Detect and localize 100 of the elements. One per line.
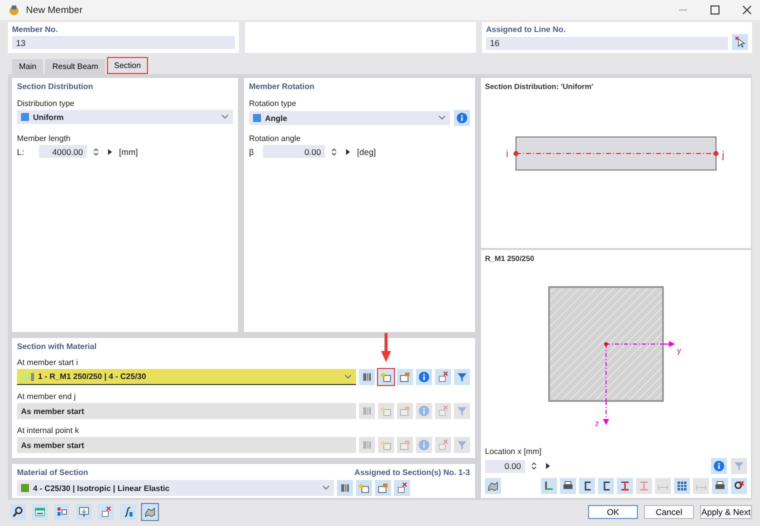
dialog-button[interactable]: Cancel bbox=[644, 505, 694, 519]
section-axes-button[interactable] bbox=[541, 478, 557, 494]
library-button[interactable] bbox=[359, 369, 375, 385]
print-icon bbox=[562, 480, 574, 492]
delete-section-icon bbox=[437, 371, 449, 383]
table-button[interactable] bbox=[32, 504, 48, 520]
print-button[interactable] bbox=[560, 478, 576, 494]
length-symbol: L: bbox=[17, 146, 26, 156]
monitor-button[interactable] bbox=[76, 504, 92, 520]
model-button[interactable] bbox=[485, 478, 501, 494]
dropdown-caret-icon bbox=[322, 485, 330, 491]
panel-title: Section Distribution bbox=[17, 82, 94, 91]
table-icon bbox=[34, 506, 46, 518]
dropdown-caret-icon bbox=[438, 115, 446, 121]
dialog-button[interactable]: OK bbox=[588, 505, 638, 519]
model-button[interactable] bbox=[142, 504, 158, 520]
maximize-icon[interactable] bbox=[710, 5, 720, 15]
axis-label: y bbox=[677, 346, 681, 355]
dialog-button[interactable]: Apply & Next bbox=[700, 505, 752, 519]
reset-view-button[interactable] bbox=[731, 478, 747, 494]
library-icon bbox=[361, 371, 373, 383]
field-label: At member start i bbox=[17, 358, 79, 367]
grid-button[interactable] bbox=[674, 478, 690, 494]
new-section-button[interactable] bbox=[356, 480, 372, 496]
search-button[interactable] bbox=[10, 504, 26, 520]
tab[interactable]: Main bbox=[12, 59, 44, 74]
rotation-type-dropdown[interactable]: Angle bbox=[249, 111, 450, 125]
delete-section-button[interactable] bbox=[435, 369, 451, 385]
new-section-icon bbox=[380, 371, 392, 383]
field-label: At member end j bbox=[17, 392, 77, 401]
delete-section-icon bbox=[100, 506, 112, 518]
section-dropdown[interactable]: 1 - R_M1 250/250 | 4 - C25/30 bbox=[17, 369, 356, 385]
field-label: At internal point k bbox=[17, 426, 80, 435]
color-swatch bbox=[253, 114, 261, 122]
list-icon bbox=[56, 506, 68, 518]
info-icon bbox=[418, 439, 430, 451]
function-button[interactable] bbox=[120, 504, 136, 520]
section-icon bbox=[21, 372, 34, 380]
assigned-line-field[interactable]: 16 bbox=[486, 36, 728, 50]
edit-section-icon bbox=[377, 482, 389, 494]
section-dropdown: As member start bbox=[17, 437, 356, 453]
location-field[interactable]: 0.00 bbox=[485, 460, 525, 472]
app-icon bbox=[8, 4, 20, 16]
info-icon bbox=[418, 371, 430, 383]
filter-button[interactable] bbox=[454, 369, 470, 385]
material-dropdown[interactable]: 4 - C25/30 | Isotropic | Linear Elastic bbox=[17, 480, 334, 496]
i-beam-icon bbox=[638, 480, 650, 492]
search-icon bbox=[12, 506, 24, 518]
i-beam-button[interactable] bbox=[617, 478, 633, 494]
list-button[interactable] bbox=[54, 504, 70, 520]
edit-section-icon bbox=[399, 371, 411, 383]
library-button[interactable] bbox=[337, 480, 353, 496]
edit-section-button[interactable] bbox=[375, 480, 391, 496]
section-axes-icon bbox=[543, 480, 555, 492]
dropdown-caret-icon bbox=[221, 114, 229, 120]
field-label: Member length bbox=[17, 134, 72, 143]
pick-icon bbox=[734, 36, 746, 48]
delete-section-button[interactable] bbox=[98, 504, 114, 520]
panel-title: Member Rotation bbox=[249, 82, 316, 91]
member-length-field[interactable]: 4000.00 bbox=[39, 145, 87, 158]
monitor-icon bbox=[78, 506, 90, 518]
annotation-arrow bbox=[381, 333, 391, 363]
spinner-icon[interactable] bbox=[329, 146, 339, 156]
close-icon[interactable] bbox=[742, 5, 752, 15]
channel-button[interactable] bbox=[579, 478, 595, 494]
spinner-icon[interactable] bbox=[91, 146, 101, 156]
tab[interactable]: Section bbox=[107, 57, 148, 74]
pick-button[interactable] bbox=[732, 34, 748, 50]
info-icon bbox=[456, 112, 468, 124]
delete-section-icon bbox=[396, 482, 408, 494]
filter-icon bbox=[456, 439, 468, 451]
edit-section-button[interactable] bbox=[397, 369, 413, 385]
info-button[interactable] bbox=[454, 110, 470, 126]
field-label: Rotation angle bbox=[249, 134, 302, 143]
field-label: Location x [mm] bbox=[485, 447, 542, 456]
member-number-field[interactable]: 13 bbox=[12, 36, 235, 49]
info-icon bbox=[418, 405, 430, 417]
spinner-icon[interactable] bbox=[529, 461, 539, 471]
rotation-angle-field[interactable]: 0.00 bbox=[263, 145, 325, 158]
color-swatch bbox=[21, 113, 29, 121]
channel-button[interactable] bbox=[598, 478, 614, 494]
new-section-icon bbox=[380, 405, 392, 417]
delete-section-button[interactable] bbox=[394, 480, 410, 496]
info-icon bbox=[713, 460, 725, 472]
unit-label: [mm] bbox=[119, 146, 138, 156]
function-icon bbox=[122, 506, 134, 518]
print-icon bbox=[714, 480, 726, 492]
tab[interactable]: Result Beam bbox=[45, 59, 106, 74]
info-button[interactable] bbox=[416, 369, 432, 385]
field-label: Distribution type bbox=[17, 99, 76, 108]
print-button[interactable] bbox=[712, 478, 728, 494]
window-title: New Member bbox=[26, 4, 82, 16]
distribution-type-dropdown[interactable]: Uniform bbox=[17, 110, 233, 124]
edit-section-icon bbox=[399, 405, 411, 417]
assigned-sections-label: Assigned to Section(s) No. 1-3 bbox=[354, 468, 470, 477]
library-icon bbox=[361, 405, 373, 417]
delete-section-icon bbox=[437, 405, 449, 417]
section-dropdown: As member start bbox=[17, 403, 356, 419]
library-icon bbox=[361, 439, 373, 451]
library-icon bbox=[339, 482, 351, 494]
